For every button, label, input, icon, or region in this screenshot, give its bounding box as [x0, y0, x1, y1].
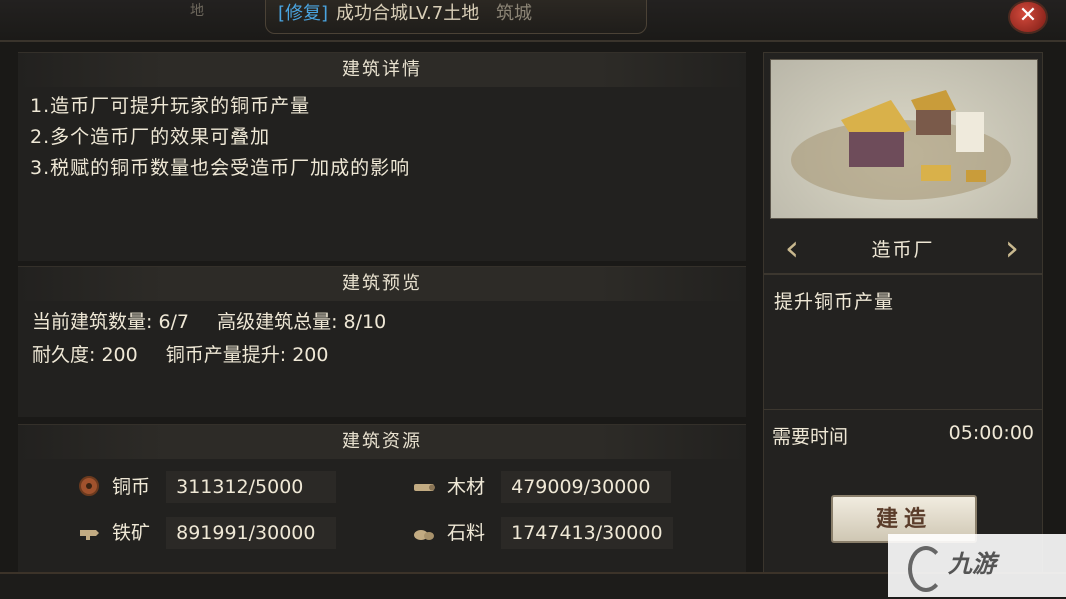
copper-coin-icon [78, 474, 100, 496]
header-prefix: [修复] [278, 3, 329, 24]
building-effect: 提升铜币产量 [774, 291, 895, 313]
header-fragment: 地 [190, 3, 204, 19]
resource-label: 铁矿 [112, 522, 151, 544]
preview-section: 建筑预览 当前建筑数量: 6/7 高级建筑总量: 8/10 耐久度: 200 铜… [18, 266, 746, 417]
resource-value: 479009/30000 [501, 471, 672, 503]
resources-grid: 铜币 311312/5000 木材 479009/30000 铁矿 891991… [18, 459, 746, 569]
top-frame: 地 [修复] 成功合城LV.7土地 筑城 ✕ [0, 0, 1066, 42]
resources-section: 建筑资源 铜币 311312/5000 木材 479009/30000 铁矿 8… [18, 424, 746, 573]
building-nav: ‹ 造币厂 › [764, 225, 1042, 275]
preview-heading: 建筑预览 [18, 267, 746, 301]
resource-value: 891991/30000 [166, 517, 337, 549]
watermark-logo-icon [908, 546, 944, 592]
copper-boost: 铜币产量提升: 200 [165, 344, 329, 366]
detail-line-3: 3.税赋的铜币数量也会受造币厂加成的影响 [30, 157, 411, 179]
resource-label: 铜币 [112, 476, 151, 498]
right-panel: ‹ 造币厂 › 提升铜币产量 需要时间 05:00:00 建造 [763, 52, 1043, 574]
detail-line-1: 1.造币厂可提升玩家的铜币产量 [30, 95, 311, 117]
resource-wood: 木材 479009/30000 [413, 471, 672, 503]
resource-iron: 铁矿 891991/30000 [78, 517, 337, 549]
header-title: 成功合城LV.7土地 [336, 3, 480, 24]
building-image [770, 59, 1038, 219]
details-section: 建筑详情 1.造币厂可提升玩家的铜币产量 2.多个造币厂的效果可叠加 3.税赋的… [18, 52, 746, 261]
close-button[interactable]: ✕ [1008, 0, 1048, 34]
header-title-bar: [修复] 成功合城LV.7土地 筑城 [265, 0, 647, 34]
watermark-text: 九游 [948, 550, 996, 578]
close-icon: ✕ [1018, 3, 1038, 28]
resource-value: 1747413/30000 [501, 517, 673, 549]
wood-icon [413, 474, 435, 492]
resource-value: 311312/5000 [166, 471, 337, 503]
time-value: 05:00:00 [948, 422, 1034, 444]
resource-label: 木材 [447, 476, 486, 498]
resource-stone: 石料 1747413/30000 [413, 517, 673, 549]
detail-line-2: 2.多个造币厂的效果可叠加 [30, 126, 271, 148]
watermark: 九游 [888, 534, 1066, 597]
resource-copper: 铜币 311312/5000 [78, 471, 337, 503]
next-arrow-icon[interactable]: › [998, 231, 1026, 267]
time-label: 需要时间 [772, 426, 849, 448]
current-count: 当前建筑数量: 6/7 [32, 311, 190, 333]
stone-icon [413, 520, 435, 540]
details-heading: 建筑详情 [18, 53, 746, 87]
city-tab[interactable]: 筑城 [496, 0, 532, 25]
left-panel: 建筑详情 1.造币厂可提升玩家的铜币产量 2.多个造币厂的效果可叠加 3.税赋的… [18, 52, 746, 573]
durability: 耐久度: 200 [32, 344, 138, 366]
advanced-total: 高级建筑总量: 8/10 [217, 311, 387, 333]
time-row: 需要时间 05:00:00 [764, 409, 1042, 458]
resources-heading: 建筑资源 [18, 425, 746, 459]
iron-ore-icon [78, 520, 100, 540]
resource-label: 石料 [447, 522, 486, 544]
